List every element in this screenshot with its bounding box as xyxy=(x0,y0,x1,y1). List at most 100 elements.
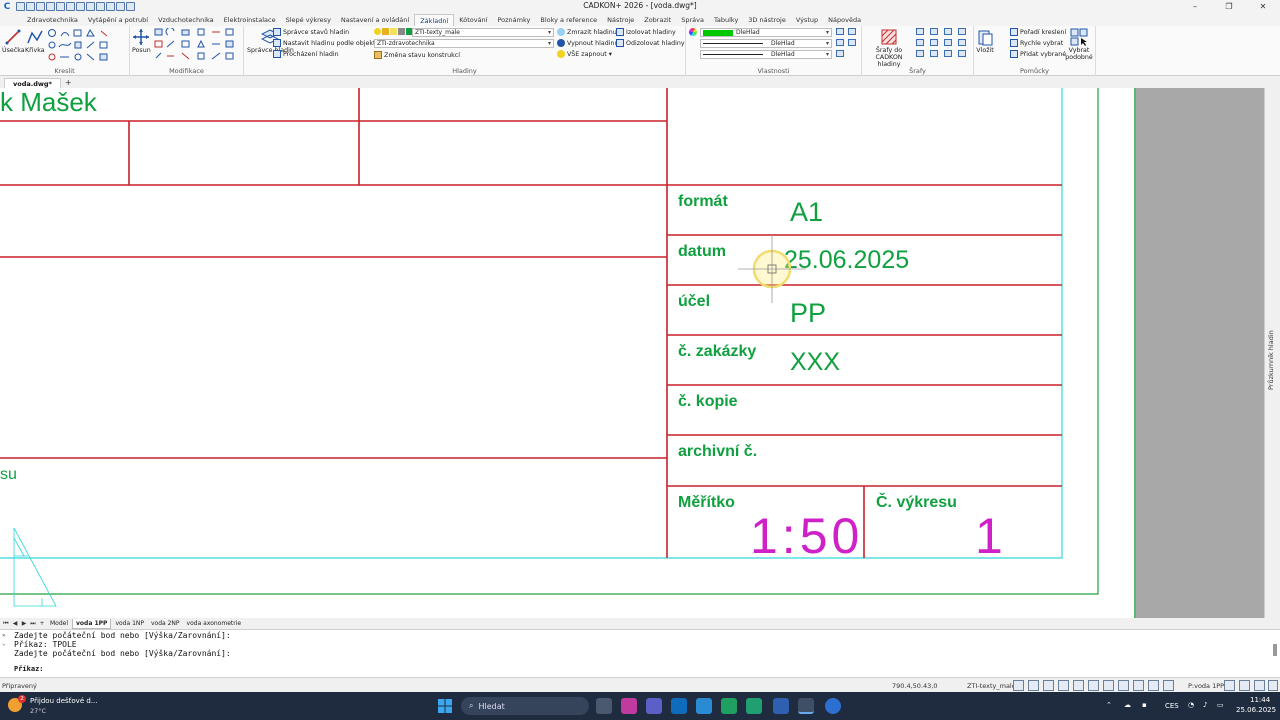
hatch-order-icon[interactable] xyxy=(916,50,924,57)
otrack-icon[interactable] xyxy=(1088,680,1099,691)
tray-chevron-icon[interactable]: ⌃ xyxy=(1106,701,1112,709)
poradi-kresleni-button[interactable]: Pořadí kreslení xyxy=(1010,28,1066,36)
layout-tab-voda-axonometrie[interactable]: voda axonometrie xyxy=(184,619,245,629)
ribbon-tab-zdravotechnika[interactable]: Zdravotechnika xyxy=(22,14,83,26)
doc-tab-voda[interactable]: voda.dwg* xyxy=(4,78,61,88)
vlozit-button[interactable]: Vložit xyxy=(976,28,994,54)
save-as-icon[interactable] xyxy=(46,2,55,11)
open-file-icon[interactable] xyxy=(26,2,35,11)
minimize-button[interactable]: – xyxy=(1178,0,1212,13)
layout-tab-voda-2np[interactable]: voda 2NP xyxy=(148,619,183,629)
workspace-icon[interactable] xyxy=(1224,680,1235,691)
zmena-stavu-button[interactable]: Změna stavu konstrukcí xyxy=(374,51,460,59)
close-drawing-icon[interactable] xyxy=(126,2,135,11)
layout-tab-voda-1pp[interactable]: voda 1PP xyxy=(72,618,112,629)
clock-date[interactable]: 25.06.2025 xyxy=(1236,706,1276,714)
todo-icon[interactable] xyxy=(696,698,712,714)
ribbon-tab-tabulky[interactable]: Tabulky xyxy=(709,14,743,26)
keyboard-language[interactable]: CES xyxy=(1165,702,1179,710)
hatch-edit-icon[interactable] xyxy=(930,28,938,35)
annotation-icon[interactable] xyxy=(1148,680,1159,691)
hatch-solid-icon[interactable] xyxy=(944,39,952,46)
ribbon-tab-sprava[interactable]: Správa xyxy=(676,14,709,26)
layer-unlock-icon[interactable] xyxy=(390,28,397,35)
grid-icon[interactable] xyxy=(1058,680,1069,691)
srafy-do-hladiny-button[interactable]: Šrafy do CADKON hladiny xyxy=(868,28,910,68)
task-view-icon[interactable] xyxy=(596,698,612,714)
odizolovat-button[interactable]: Odizolovat hladiny xyxy=(616,39,685,47)
properties-icon[interactable] xyxy=(116,2,125,11)
ribbon-tab-3d-nastroje[interactable]: 3D nástroje xyxy=(743,14,791,26)
transparency-icon[interactable] xyxy=(1118,680,1129,691)
command-scrollbar[interactable] xyxy=(1273,644,1277,656)
color-dropdown[interactable]: DleHlad ▾ xyxy=(700,28,832,37)
hatch-angle-icon[interactable] xyxy=(944,50,952,57)
battery-icon[interactable]: ▭ xyxy=(1217,701,1224,709)
draw-tools-icon[interactable] xyxy=(47,28,115,62)
zmrazit-hladinu-button[interactable]: Zmrazit hladinu xyxy=(557,28,617,36)
layer-dropdown[interactable]: ZTI-texty_male ▾ xyxy=(412,28,554,37)
pridat-vybrane-button[interactable]: Přidat vybrané xyxy=(1010,50,1066,58)
fullscreen-icon[interactable] xyxy=(1254,680,1265,691)
quick-properties-icon[interactable] xyxy=(836,50,844,57)
ribbon-tab-elektroinstalace[interactable]: Elektroinstalace xyxy=(219,14,281,26)
prochazeni-button[interactable]: Procházení hladin xyxy=(273,50,339,58)
ribbon-tab-nastroje[interactable]: Nástroje xyxy=(602,14,639,26)
vybrat-podobne-button[interactable]: Vybrat podobné xyxy=(1064,28,1094,61)
hatch-scale-icon[interactable] xyxy=(958,50,966,57)
taskbar-search[interactable]: ⌕ Hledat xyxy=(461,697,589,715)
krivka-button[interactable]: Křivka xyxy=(25,28,45,54)
usecka-button[interactable]: Úsečka xyxy=(2,28,25,54)
add-layout-plus-icon[interactable]: + xyxy=(38,620,46,627)
maximize-button[interactable]: ❐ xyxy=(1212,0,1246,13)
status-menu-icon[interactable] xyxy=(1268,680,1278,691)
customize-icon[interactable] xyxy=(1239,680,1250,691)
browser-icon[interactable] xyxy=(746,698,762,714)
ribbon-tab-vystup[interactable]: Výstup xyxy=(791,14,823,26)
match-properties-icon[interactable] xyxy=(848,28,856,35)
hatch-match-icon[interactable] xyxy=(944,28,952,35)
snap-icon[interactable] xyxy=(1013,680,1024,691)
volume-icon[interactable]: ♪ xyxy=(1203,701,1207,709)
save-app-icon[interactable] xyxy=(773,698,789,714)
save-icon[interactable] xyxy=(36,2,45,11)
print-icon[interactable] xyxy=(56,2,65,11)
layer-plot-icon[interactable] xyxy=(398,28,405,35)
nastavit-hladinu-button[interactable]: Nastavit hladinu podle objektu xyxy=(273,39,380,47)
hatch-boundary-icon[interactable] xyxy=(916,39,924,46)
cadkon-logo-icon[interactable]: C xyxy=(0,0,14,13)
close-button[interactable]: ✕ xyxy=(1246,0,1280,13)
prev-layout-icon[interactable]: ◀ xyxy=(11,620,19,627)
windows-start-icon[interactable] xyxy=(438,699,452,713)
hatch-separate-icon[interactable] xyxy=(958,39,966,46)
app-icon-2[interactable] xyxy=(825,698,841,714)
app-icon-1[interactable] xyxy=(621,698,637,714)
publish-icon[interactable] xyxy=(106,2,115,11)
ribbon-tab-poznamky[interactable]: Poznámky xyxy=(492,14,535,26)
new-file-icon[interactable] xyxy=(16,2,25,11)
undo-icon[interactable] xyxy=(76,2,85,11)
vse-zapnout-button[interactable]: VŠE zapnout ▾ xyxy=(557,50,612,58)
posun-button[interactable]: Posun xyxy=(132,28,151,54)
hatch-pattern-icon[interactable] xyxy=(958,28,966,35)
ribbon-tab-zobrazit[interactable]: Zobrazit xyxy=(639,14,676,26)
rychle-vybrat-button[interactable]: Rychle vybrat xyxy=(1010,39,1063,47)
weather-title[interactable]: Přijdou dešťové d... xyxy=(30,697,97,705)
selection-cycling-icon[interactable] xyxy=(1133,680,1144,691)
layout-tab-model[interactable]: Model xyxy=(47,619,71,629)
cadkon-taskbar-icon[interactable] xyxy=(798,698,814,714)
command-close-icon[interactable]: ✕ xyxy=(2,632,6,639)
teams-icon[interactable] xyxy=(646,698,662,714)
next-layout-icon[interactable]: ▶ xyxy=(20,620,28,627)
current-layer-status[interactable]: ZTI-texty_male xyxy=(967,682,1016,690)
ribbon-tab-napoveda[interactable]: Nápověda xyxy=(823,14,866,26)
command-input[interactable] xyxy=(46,664,1246,674)
tray-app-icon[interactable]: ▪ xyxy=(1142,701,1147,709)
properties-panel-icon[interactable] xyxy=(836,39,844,46)
model-space-icon[interactable] xyxy=(1163,680,1174,691)
lineweight-icon[interactable] xyxy=(1103,680,1114,691)
hatch-origin-icon[interactable] xyxy=(930,50,938,57)
outlook-icon[interactable] xyxy=(671,698,687,714)
ribbon-tab-zakladni[interactable]: Základní xyxy=(414,14,455,26)
clock-time[interactable]: 11:44 xyxy=(1250,696,1270,704)
